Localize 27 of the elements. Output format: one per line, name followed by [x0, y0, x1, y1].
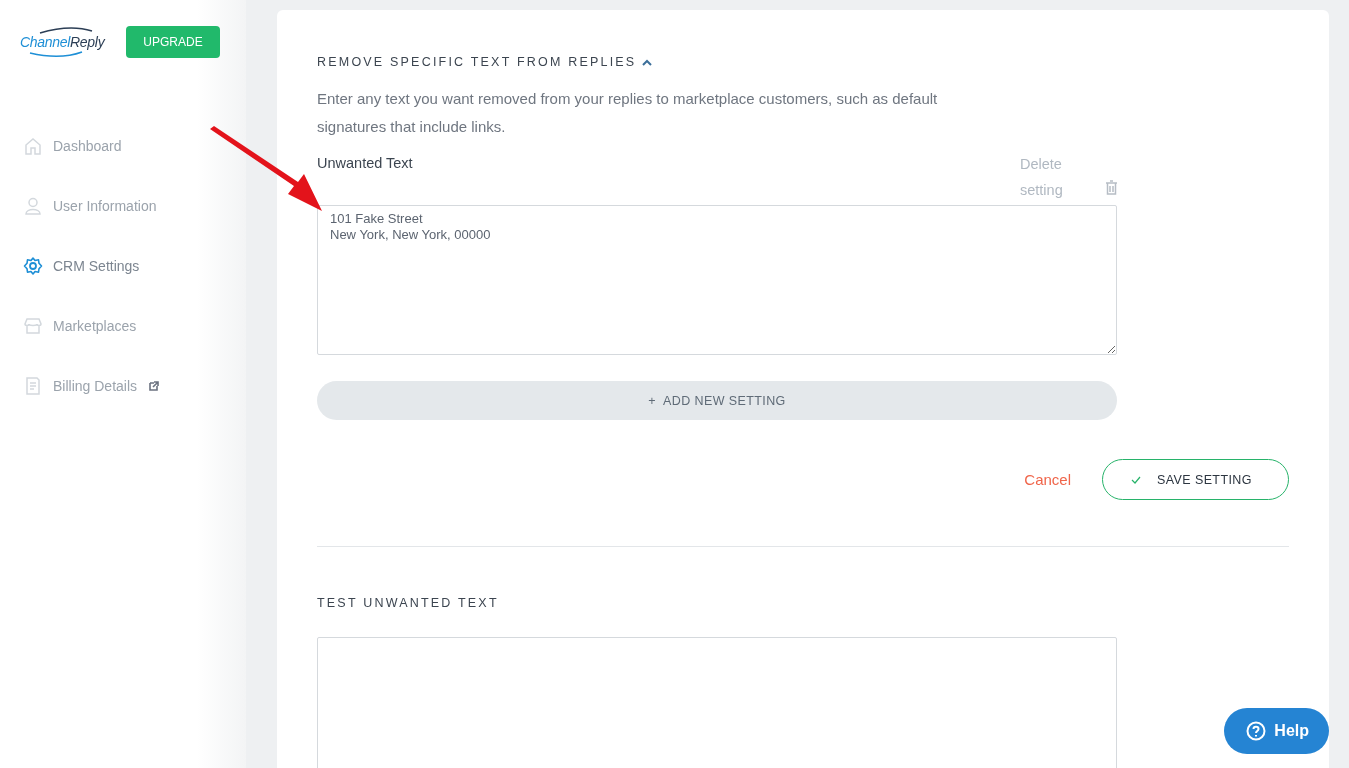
house-icon	[23, 136, 43, 156]
save-setting-button[interactable]: SAVE SETTING	[1102, 459, 1289, 500]
storefront-icon	[23, 316, 43, 336]
sidebar-item[interactable]: Billing Details	[0, 362, 246, 410]
logo: ChannelReply	[20, 28, 105, 56]
help-icon	[1246, 721, 1267, 741]
section-title: TEST UNWANTED TEXT	[317, 596, 499, 610]
checkmark-icon	[1131, 475, 1141, 484]
cancel-link[interactable]: Cancel	[1024, 471, 1071, 488]
add-new-setting-button[interactable]: + ADD NEW SETTING	[317, 381, 1117, 420]
trash-icon[interactable]	[1106, 180, 1117, 195]
upgrade-button[interactable]: UPGRADE	[126, 26, 220, 58]
unwanted-text-field[interactable]: 101 Fake Street New York, New York, 00000	[317, 205, 1117, 355]
description-text: Enter any text you want removed from your replies to marketplace customers, such as default signatures that include links.	[317, 89, 939, 137]
sidebar-item[interactable]: Dashboard	[0, 122, 246, 170]
delete-setting-link[interactable]: Delete setting	[1020, 151, 1074, 203]
sidebar-item[interactable]: CRM Settings	[0, 242, 246, 290]
section-title: REMOVE SPECIFIC TEXT FROM REPLIES	[317, 55, 637, 69]
test-text-field[interactable]	[317, 637, 1117, 768]
sidebar-item[interactable]: User Information	[0, 182, 246, 230]
receipt-icon	[23, 376, 43, 396]
help-button[interactable]: Help	[1224, 708, 1329, 754]
field-label: Unwanted Text	[317, 155, 413, 173]
chevron-up-icon[interactable]	[642, 58, 653, 66]
person-icon	[23, 196, 43, 216]
sidebar-item[interactable]: Marketplaces	[0, 302, 246, 350]
gear-icon	[23, 256, 43, 276]
